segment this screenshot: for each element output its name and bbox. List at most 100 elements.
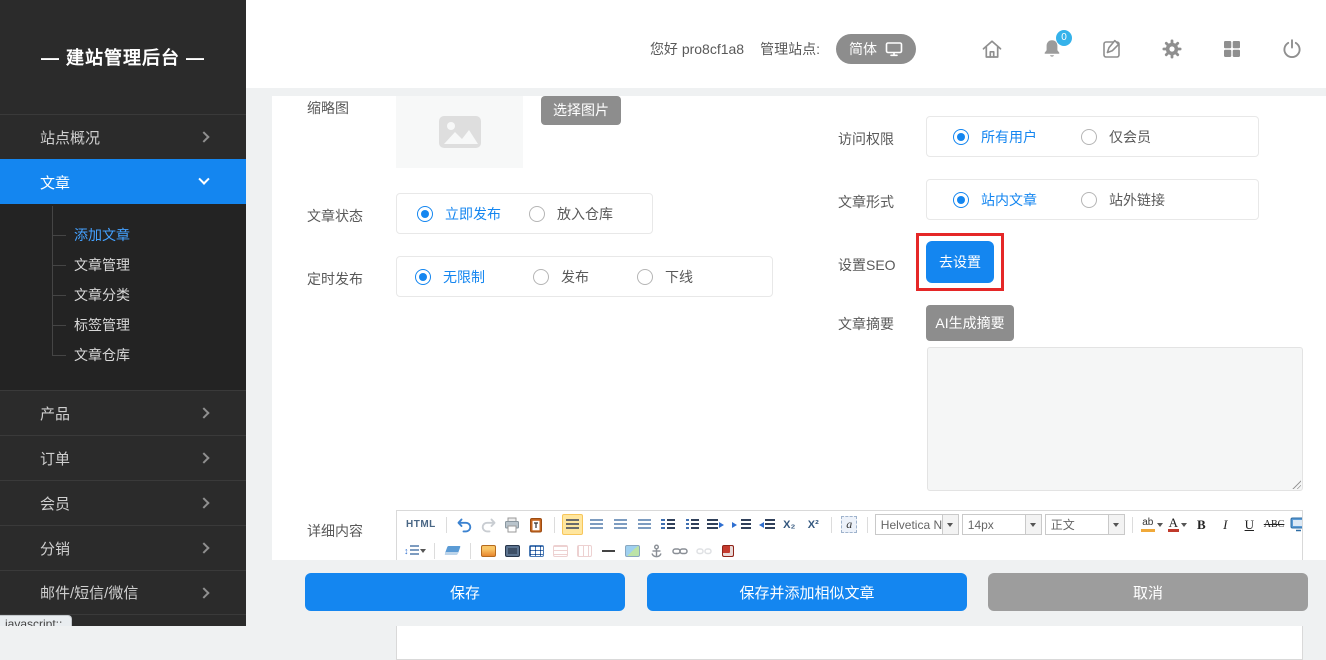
power-icon[interactable]: [1280, 37, 1304, 61]
radio-members-only[interactable]: 仅会员: [1081, 127, 1151, 147]
radio-onsite-article[interactable]: 站内文章: [953, 190, 1037, 210]
radio-no-limit[interactable]: 无限制: [415, 267, 485, 287]
toolbar-separator: [867, 517, 868, 533]
submenu-item-article-warehouse[interactable]: 文章仓库: [0, 340, 246, 370]
submenu-item-tag-manage[interactable]: 标签管理: [0, 310, 246, 340]
radio-selected-icon: [417, 206, 433, 222]
horizontal-rule-icon[interactable]: [598, 540, 619, 561]
print-icon[interactable]: [502, 514, 523, 535]
radio-to-warehouse[interactable]: 放入仓库: [529, 204, 613, 224]
fontsize-select[interactable]: 14px: [962, 514, 1042, 535]
ordered-list-icon[interactable]: [658, 514, 679, 535]
radio-unselected-icon: [637, 269, 653, 285]
superscript-icon[interactable]: X²: [803, 514, 824, 535]
align-justify-icon[interactable]: [634, 514, 655, 535]
chevron-right-icon: [198, 407, 209, 418]
anchor-a-icon[interactable]: a: [839, 514, 860, 535]
sidebar-item-article[interactable]: 文章: [0, 159, 246, 204]
summary-textarea[interactable]: [927, 347, 1303, 491]
video-icon[interactable]: [502, 540, 523, 561]
indent-decrease-icon[interactable]: [755, 514, 776, 535]
bell-icon[interactable]: 0: [1040, 37, 1064, 61]
strikethrough-icon[interactable]: ABC: [1263, 514, 1286, 535]
edit-icon[interactable]: [1100, 37, 1124, 61]
radio-external-link[interactable]: 站外链接: [1081, 190, 1165, 210]
radio-offline-time[interactable]: 下线: [637, 267, 693, 287]
indent-increase-icon[interactable]: [731, 514, 752, 535]
undo-icon[interactable]: [454, 514, 475, 535]
sidebar-item-mail-sms-wechat[interactable]: 邮件/短信/微信: [0, 570, 246, 615]
table-icon[interactable]: [526, 540, 547, 561]
anchor-icon[interactable]: [646, 540, 667, 561]
seo-setup-button[interactable]: 去设置: [926, 241, 994, 283]
highlight-color-icon[interactable]: ab: [1140, 514, 1164, 535]
apps-grid-icon[interactable]: [1220, 37, 1244, 61]
map-icon[interactable]: [622, 540, 643, 561]
submenu-item-article-category[interactable]: 文章分类: [0, 280, 246, 310]
paste-as-text-icon[interactable]: [526, 514, 547, 535]
italic-icon[interactable]: I: [1215, 514, 1236, 535]
sidebar-item-product[interactable]: 产品: [0, 390, 246, 435]
underline-icon[interactable]: U: [1239, 514, 1260, 535]
image-placeholder-icon: [438, 115, 482, 149]
seo-label: 设置SEO: [838, 255, 896, 275]
sidebar-item-site-overview[interactable]: 站点概况: [0, 114, 246, 159]
article-form-panel: 缩略图 选择图片 文章状态 立即发布 放入仓库 定时发布 无限制 发布: [272, 96, 1326, 560]
access-permission-label: 访问权限: [838, 129, 894, 149]
word-import-icon[interactable]: [718, 540, 739, 561]
toolbar-separator: [1132, 517, 1133, 533]
font-color-icon[interactable]: A: [1167, 514, 1188, 535]
paragraph-select[interactable]: 正文: [1045, 514, 1125, 535]
toolbar-separator: [434, 543, 435, 559]
sidebar-item-distribution[interactable]: 分销: [0, 525, 246, 570]
radio-publish-time[interactable]: 发布: [533, 267, 589, 287]
ai-generate-summary-button[interactable]: AI生成摘要: [926, 305, 1014, 341]
user-greeting: 您好 pro8cf1a8: [650, 39, 744, 59]
access-permission-group: 所有用户 仅会员: [926, 116, 1259, 157]
unlink-icon[interactable]: [694, 540, 715, 561]
gear-icon[interactable]: [1160, 37, 1184, 61]
chevron-right-icon: [198, 587, 209, 598]
chevron-right-icon: [198, 131, 209, 142]
align-right-icon[interactable]: [610, 514, 631, 535]
unordered-list-icon[interactable]: [682, 514, 703, 535]
fontname-select[interactable]: Helvetica N: [875, 514, 959, 535]
summary-label: 文章摘要: [838, 314, 894, 334]
radio-unselected-icon: [529, 206, 545, 222]
submenu-item-article-manage[interactable]: 文章管理: [0, 250, 246, 280]
radio-selected-icon: [953, 129, 969, 145]
row-delete-icon[interactable]: [550, 540, 571, 561]
chevron-right-icon: [198, 542, 209, 553]
scheduled-publish-label: 定时发布: [307, 269, 363, 289]
choose-image-button[interactable]: 选择图片: [541, 96, 621, 125]
home-icon[interactable]: [980, 37, 1004, 61]
sidebar-item-member[interactable]: 会员: [0, 480, 246, 525]
thumbnail-preview[interactable]: [396, 96, 523, 168]
redo-icon[interactable]: [478, 514, 499, 535]
radio-unselected-icon: [533, 269, 549, 285]
subscript-icon[interactable]: X₂: [779, 514, 800, 535]
language-switch-button[interactable]: 简体: [836, 34, 916, 64]
link-icon[interactable]: [670, 540, 691, 561]
image-icon[interactable]: [478, 540, 499, 561]
bold-icon[interactable]: B: [1191, 514, 1212, 535]
chevron-down-icon: [198, 174, 209, 185]
first-line-indent-icon[interactable]: [706, 514, 728, 535]
sidebar-item-order[interactable]: 订单: [0, 435, 246, 480]
detail-content-label: 详细内容: [307, 521, 363, 541]
col-delete-icon[interactable]: [574, 540, 595, 561]
align-center-icon[interactable]: [586, 514, 607, 535]
fullscreen-icon[interactable]: [1288, 514, 1303, 535]
html-source-icon[interactable]: HTML: [403, 514, 439, 535]
manage-site-label: 管理站点:: [760, 39, 820, 59]
cancel-button[interactable]: 取消: [988, 573, 1308, 611]
radio-selected-icon: [415, 269, 431, 285]
eraser-icon[interactable]: [442, 540, 463, 561]
save-and-add-similar-button[interactable]: 保存并添加相似文章: [647, 573, 967, 611]
submenu-item-add-article[interactable]: 添加文章: [0, 220, 246, 250]
line-height-icon[interactable]: ↕: [403, 540, 427, 561]
align-left-icon[interactable]: [562, 514, 583, 535]
radio-publish-now[interactable]: 立即发布: [417, 204, 501, 224]
save-button[interactable]: 保存: [305, 573, 625, 611]
radio-all-users[interactable]: 所有用户: [953, 127, 1037, 147]
